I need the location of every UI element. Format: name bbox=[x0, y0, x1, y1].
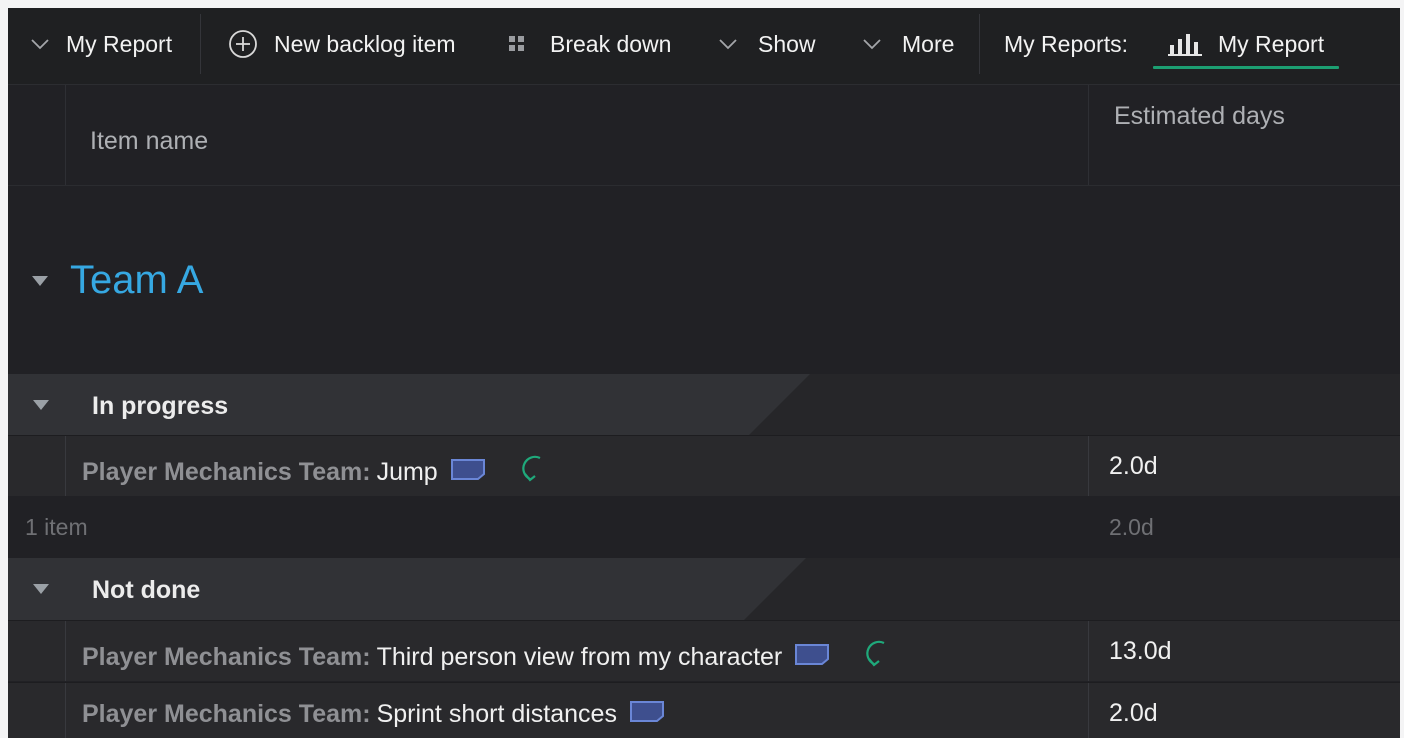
group-tab-edge bbox=[748, 374, 810, 436]
row-team: Player Mechanics Team: bbox=[82, 643, 371, 671]
chevron-down-icon bbox=[30, 38, 50, 50]
toolbar-divider bbox=[979, 14, 980, 74]
group-header-in-progress[interactable]: In progress bbox=[8, 374, 1400, 436]
row-estimate[interactable]: 2.0d bbox=[1109, 452, 1158, 481]
group-label: In progress bbox=[92, 392, 229, 420]
group-tab-edge bbox=[744, 558, 806, 620]
row-item-name: Player Mechanics Team: Sprint short dist… bbox=[82, 699, 665, 730]
add-circle-icon bbox=[228, 29, 258, 59]
card-icon bbox=[629, 699, 665, 730]
row-item-name: Player Mechanics Team: Third person view… bbox=[82, 637, 892, 678]
collapse-caret-icon[interactable] bbox=[33, 400, 49, 410]
new-backlog-item-label: New backlog item bbox=[274, 30, 456, 57]
card-icon bbox=[794, 642, 830, 673]
row-estimate[interactable]: 13.0d bbox=[1109, 637, 1172, 666]
row-team: Player Mechanics Team: bbox=[82, 458, 371, 486]
column-header-item-name[interactable]: Item name bbox=[90, 127, 208, 156]
backlog-app: My Report New backlog item Break down Sh… bbox=[8, 8, 1400, 738]
row-gutter bbox=[65, 683, 66, 738]
column-divider bbox=[65, 85, 66, 185]
row-team: Player Mechanics Team: bbox=[82, 700, 371, 728]
group-label: Not done bbox=[92, 576, 201, 604]
toolbar-divider bbox=[200, 14, 201, 74]
team-name[interactable]: Team A bbox=[70, 258, 203, 303]
my-report-tab-label: My Report bbox=[1218, 30, 1325, 57]
break-down-label: Break down bbox=[550, 30, 672, 57]
table-row[interactable]: Player Mechanics Team: Third person view… bbox=[8, 620, 1400, 681]
column-header-estimated-days[interactable]: Estimated days bbox=[1114, 97, 1294, 135]
row-title[interactable]: Sprint short distances bbox=[377, 700, 617, 729]
toolbar: My Report New backlog item Break down Sh… bbox=[8, 8, 1400, 85]
row-gutter bbox=[65, 436, 66, 496]
break-down-button[interactable]: Break down bbox=[508, 8, 671, 80]
column-divider bbox=[1088, 85, 1089, 185]
my-reports-label: My Reports: bbox=[1004, 30, 1128, 57]
row-item-name: Player Mechanics Team: Jump bbox=[82, 452, 548, 493]
table-row[interactable]: Player Mechanics Team: Sprint short dist… bbox=[8, 682, 1400, 738]
grid-icon bbox=[508, 35, 526, 53]
group-summary: 1 item 2.0d bbox=[8, 496, 1400, 558]
report-dropdown[interactable]: My Report bbox=[30, 8, 172, 80]
cycle-icon bbox=[518, 452, 548, 493]
active-tab-indicator bbox=[1153, 66, 1339, 69]
show-dropdown[interactable]: Show bbox=[718, 8, 816, 80]
column-divider bbox=[1088, 436, 1089, 496]
card-icon bbox=[450, 457, 486, 488]
column-divider bbox=[1088, 683, 1089, 738]
collapse-caret-icon[interactable] bbox=[33, 584, 49, 594]
summary-count: 1 item bbox=[25, 514, 88, 540]
chevron-down-icon bbox=[718, 38, 738, 50]
table-row[interactable]: Player Mechanics Team: Jump 2.0d bbox=[8, 435, 1400, 496]
row-title[interactable]: Third person view from my character bbox=[377, 643, 783, 672]
collapse-caret-icon[interactable] bbox=[32, 276, 48, 286]
row-estimate[interactable]: 2.0d bbox=[1109, 699, 1158, 728]
cycle-icon bbox=[862, 637, 892, 678]
report-dropdown-label: My Report bbox=[66, 30, 173, 57]
group-header-not-done[interactable]: Not done bbox=[8, 558, 1400, 620]
summary-estimate: 2.0d bbox=[1109, 514, 1154, 540]
column-header: Item name Estimated days bbox=[8, 85, 1400, 186]
new-backlog-item-button[interactable]: New backlog item bbox=[228, 8, 456, 80]
more-dropdown[interactable]: More bbox=[862, 8, 954, 80]
row-gutter bbox=[65, 621, 66, 681]
bar-chart-icon bbox=[1168, 32, 1202, 56]
show-label: Show bbox=[758, 30, 816, 57]
chevron-down-icon bbox=[862, 38, 882, 50]
more-label: More bbox=[902, 30, 955, 57]
row-title[interactable]: Jump bbox=[377, 458, 438, 487]
column-divider bbox=[1088, 621, 1089, 681]
team-section: Team A bbox=[8, 198, 1400, 374]
my-report-tab[interactable]: My Report bbox=[1168, 8, 1324, 80]
